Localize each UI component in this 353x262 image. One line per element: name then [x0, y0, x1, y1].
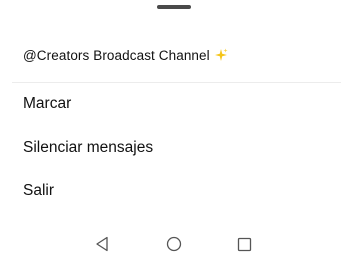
drag-handle[interactable]: [157, 5, 191, 9]
sparkle-icon: [214, 48, 228, 62]
menu-item-mark[interactable]: Marcar: [23, 93, 71, 115]
sheet-header: @Creators Broadcast Channel: [23, 46, 228, 64]
bottom-sheet: @Creators Broadcast Channel Marcar Silen…: [0, 0, 353, 262]
system-navigation-bar: [0, 230, 353, 258]
menu-item-leave[interactable]: Salir: [23, 180, 54, 202]
home-circle-icon[interactable]: [165, 235, 183, 253]
back-triangle-icon[interactable]: [93, 235, 111, 253]
channel-title: @Creators Broadcast Channel: [23, 47, 210, 63]
menu-item-mute[interactable]: Silenciar mensajes: [23, 137, 153, 159]
recents-square-icon[interactable]: [235, 235, 253, 253]
divider: [12, 82, 341, 83]
